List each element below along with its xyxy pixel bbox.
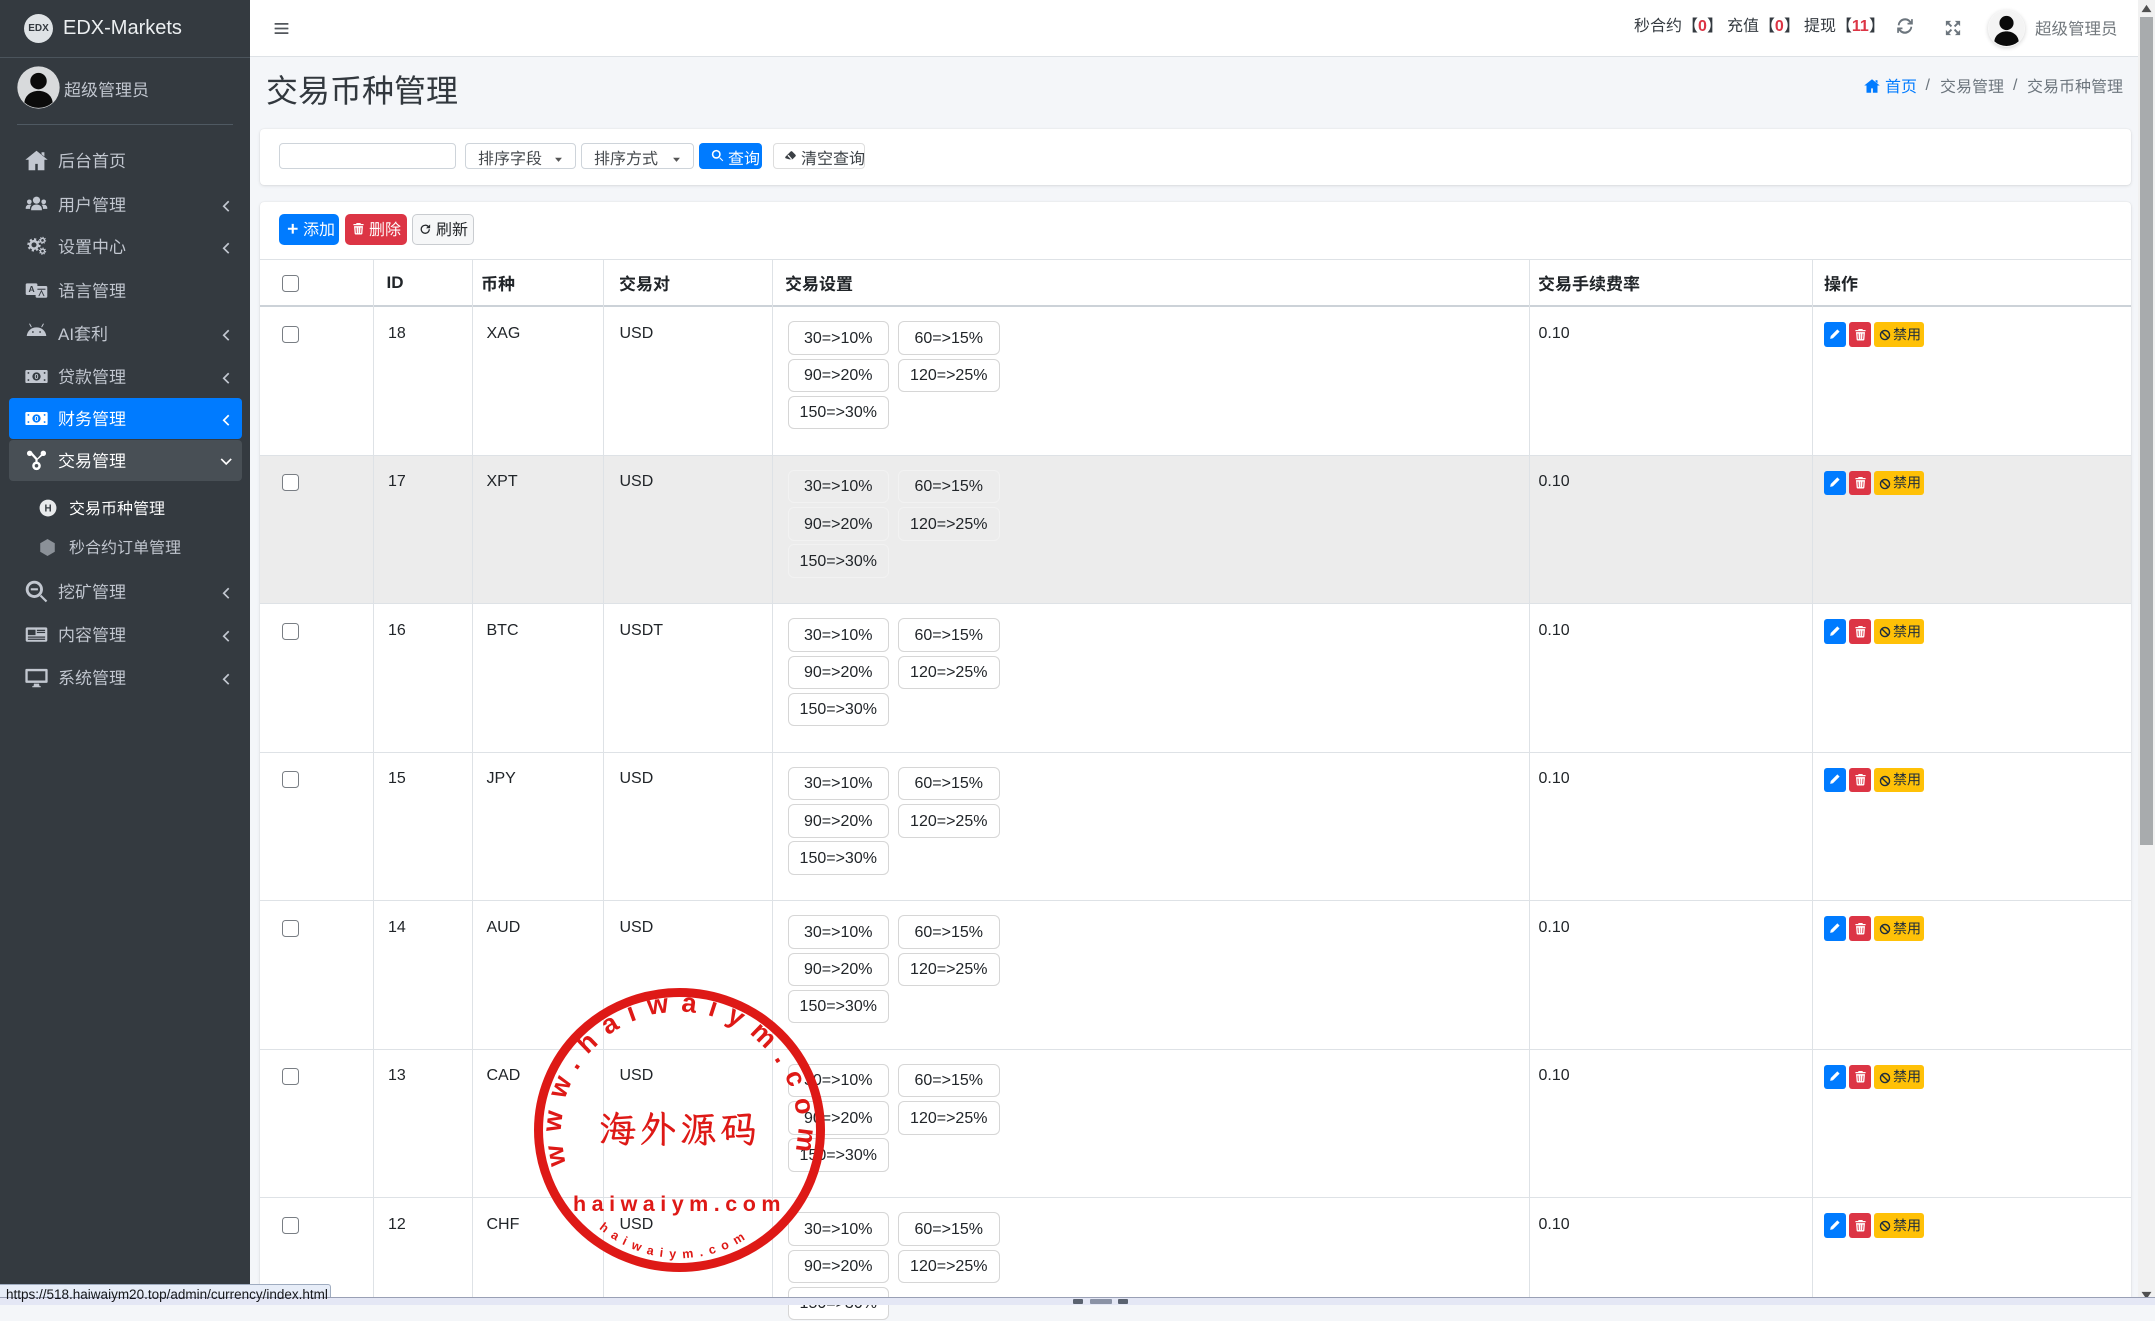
svg-text:0: 0 bbox=[34, 415, 38, 423]
svg-text:A: A bbox=[28, 284, 34, 294]
svg-text:0: 0 bbox=[34, 373, 38, 381]
svg-text:H: H bbox=[44, 503, 51, 514]
